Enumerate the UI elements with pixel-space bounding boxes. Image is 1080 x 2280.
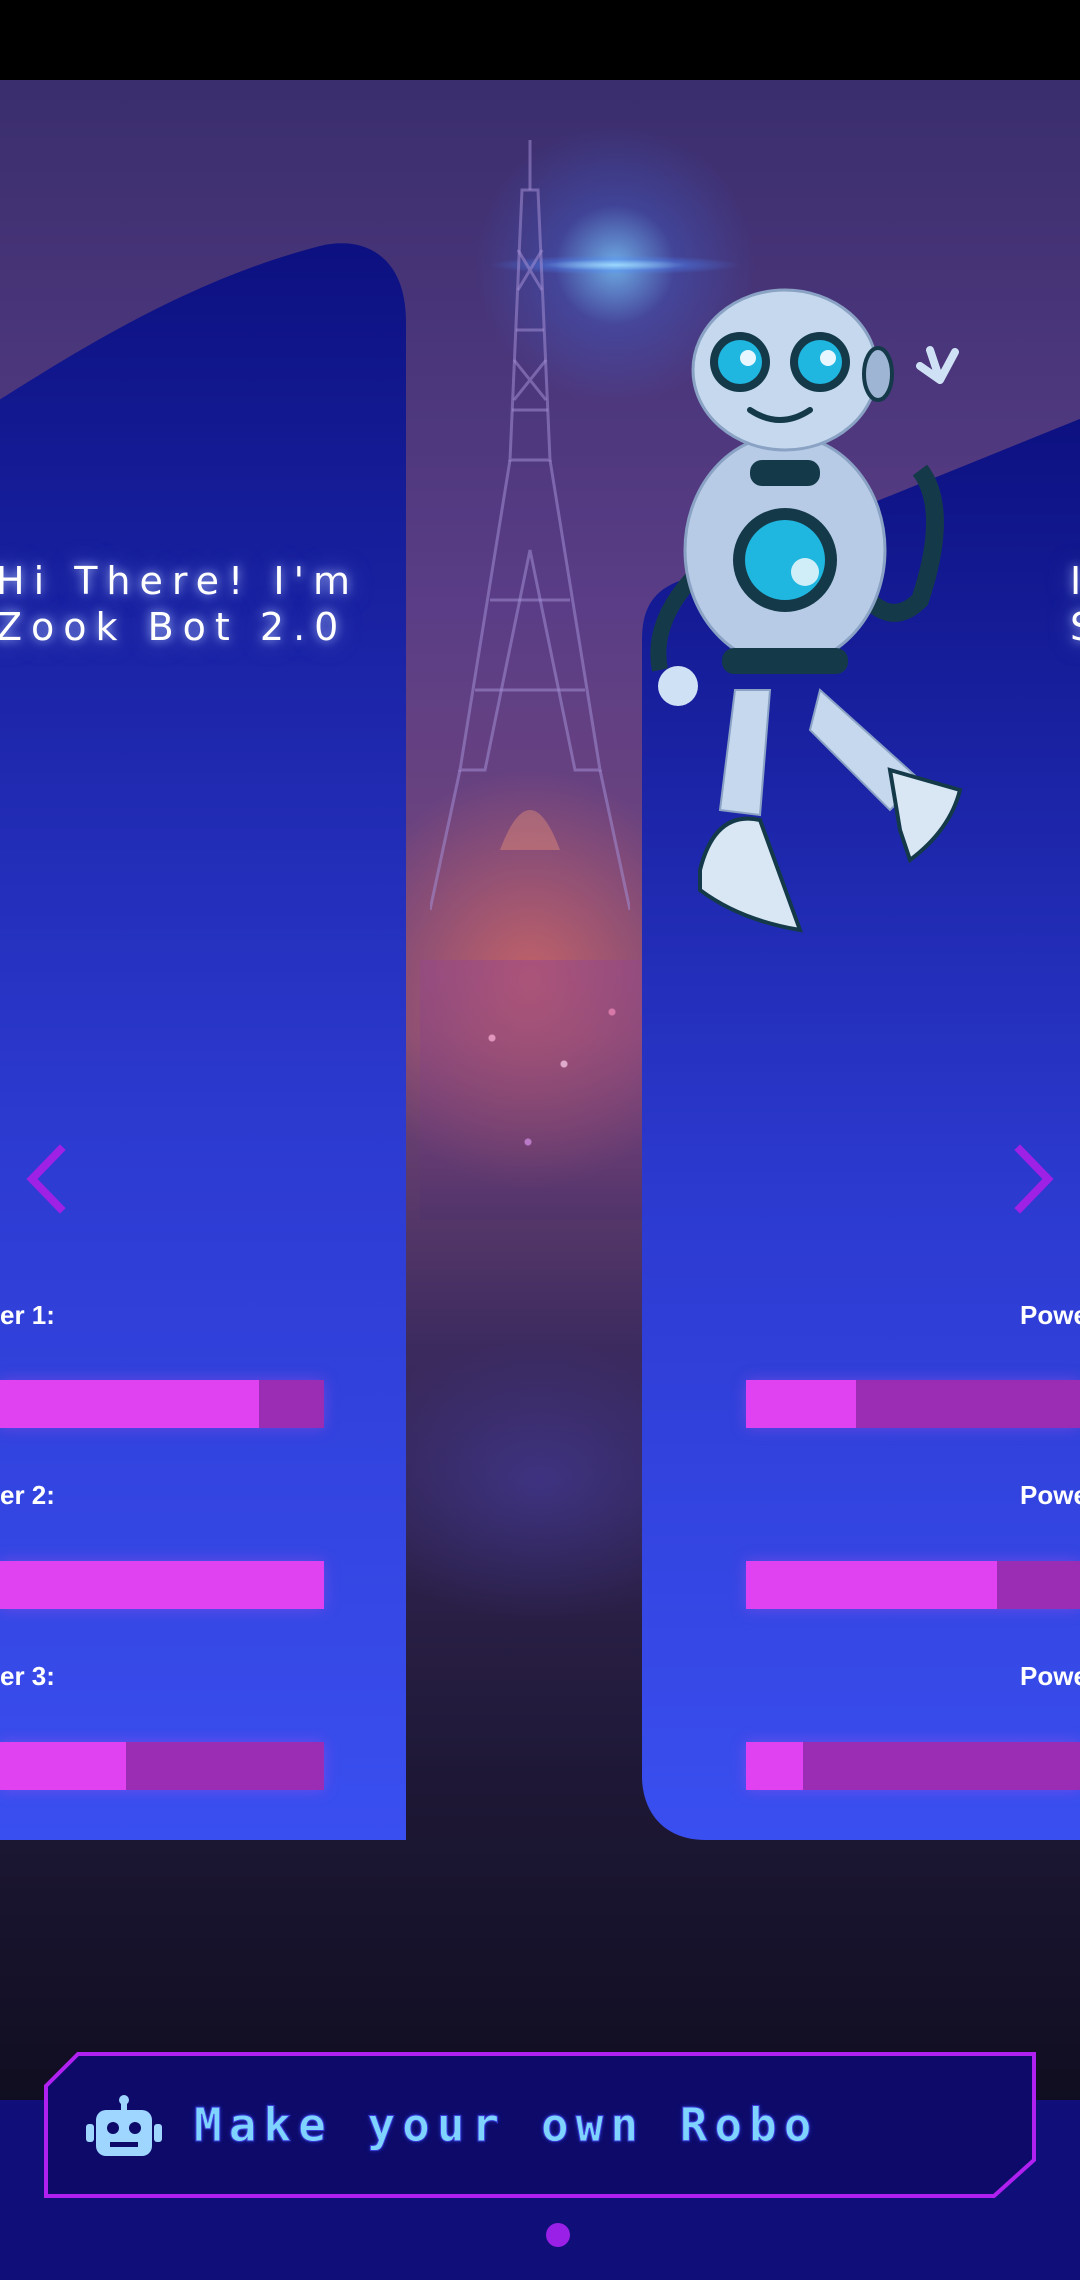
power-3-fill bbox=[0, 1742, 127, 1790]
eiffel-tower-image bbox=[430, 140, 630, 910]
city-lights-image bbox=[420, 960, 660, 1220]
app-screen: Hi There! I'm Zook Bot 2.0 I S er 1: er … bbox=[0, 0, 1080, 2280]
power-2-label-right: Powe bbox=[1020, 1480, 1080, 1510]
power-3-label-right: Powe bbox=[1020, 1661, 1080, 1691]
robot-icon bbox=[86, 2095, 162, 2156]
chevron-right-icon bbox=[1014, 1144, 1054, 1214]
bot-title-line1: I bbox=[1070, 558, 1080, 604]
power-1-fill-right bbox=[746, 1380, 857, 1428]
power-2-fill bbox=[0, 1561, 324, 1609]
prev-button[interactable] bbox=[14, 1144, 84, 1214]
power-1-label-right: Powe bbox=[1020, 1300, 1080, 1330]
robot-mascot-image bbox=[650, 288, 963, 933]
power-3-fill-right bbox=[746, 1742, 803, 1790]
status-bar bbox=[0, 0, 1080, 80]
power-1-bar-right bbox=[746, 1380, 1080, 1428]
power-2-bar bbox=[0, 1561, 324, 1609]
power-2-label: er 2: bbox=[0, 1480, 55, 1510]
bot-title-line2: S bbox=[1070, 604, 1080, 650]
bot-title-line1: Hi There! I'm bbox=[0, 559, 360, 603]
power-3-label: er 3: bbox=[0, 1661, 55, 1691]
cta-label: Make your own Robo bbox=[194, 2098, 819, 2153]
make-your-own-robo-button[interactable]: Make your own Robo bbox=[44, 2052, 1036, 2198]
power-2-fill-right bbox=[746, 1561, 997, 1609]
bot-title-line2: Zook Bot 2.0 bbox=[0, 605, 348, 649]
power-1-fill bbox=[0, 1380, 260, 1428]
bot-title-right: I S bbox=[1070, 558, 1080, 650]
power-3-bar bbox=[0, 1742, 324, 1790]
next-button[interactable] bbox=[996, 1144, 1066, 1214]
chevron-left-icon bbox=[26, 1144, 66, 1214]
power-2-bar-right bbox=[746, 1561, 1080, 1609]
pagination-dot-active[interactable] bbox=[546, 2223, 570, 2247]
power-1-label: er 1: bbox=[0, 1300, 55, 1330]
bot-title-left: Hi There! I'm Zook Bot 2.0 bbox=[0, 558, 359, 650]
power-3-bar-right bbox=[746, 1742, 1080, 1790]
power-1-bar bbox=[0, 1380, 324, 1428]
